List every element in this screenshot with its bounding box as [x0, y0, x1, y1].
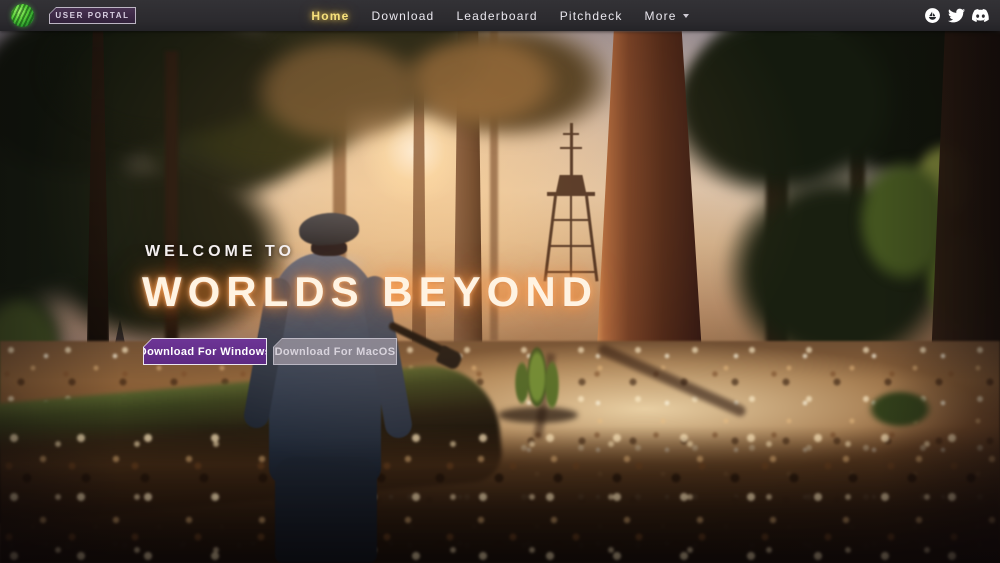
chevron-down-icon	[683, 14, 689, 18]
download-windows-button[interactable]: Download For Windows	[143, 338, 267, 365]
twitter-icon[interactable]	[948, 7, 965, 24]
top-navbar: USER PORTAL Home Download Leaderboard Pi…	[0, 0, 1000, 31]
social-links	[924, 0, 989, 31]
nav-link-home[interactable]: Home	[311, 9, 349, 23]
page-title: WORLDS BEYOND	[142, 268, 598, 316]
download-macos-button[interactable]: Download For MacOS	[273, 338, 397, 365]
hero-kicker: WELCOME TO	[145, 243, 598, 261]
download-macos-button-label: Download For MacOS	[274, 339, 396, 364]
nav-link-leaderboard[interactable]: Leaderboard	[456, 9, 537, 23]
nav-link-more-label: More	[645, 9, 677, 23]
hero-section: WELCOME TO WORLDS BEYOND Download For Wi…	[0, 31, 1000, 563]
download-buttons: Download For Windows Download For MacOS	[143, 338, 598, 365]
main-navigation: Home Download Leaderboard Pitchdeck More	[0, 0, 1000, 31]
hero-content: WELCOME TO WORLDS BEYOND Download For Wi…	[145, 243, 598, 365]
download-windows-button-label: Download For Windows	[144, 339, 266, 364]
discord-icon[interactable]	[972, 7, 989, 24]
nav-link-pitchdeck[interactable]: Pitchdeck	[560, 9, 623, 23]
nav-link-more[interactable]: More	[645, 9, 689, 23]
opensea-icon[interactable]	[924, 7, 941, 24]
nav-link-download[interactable]: Download	[371, 9, 434, 23]
worlds-beyond-landing-page: USER PORTAL Home Download Leaderboard Pi…	[0, 0, 1000, 563]
